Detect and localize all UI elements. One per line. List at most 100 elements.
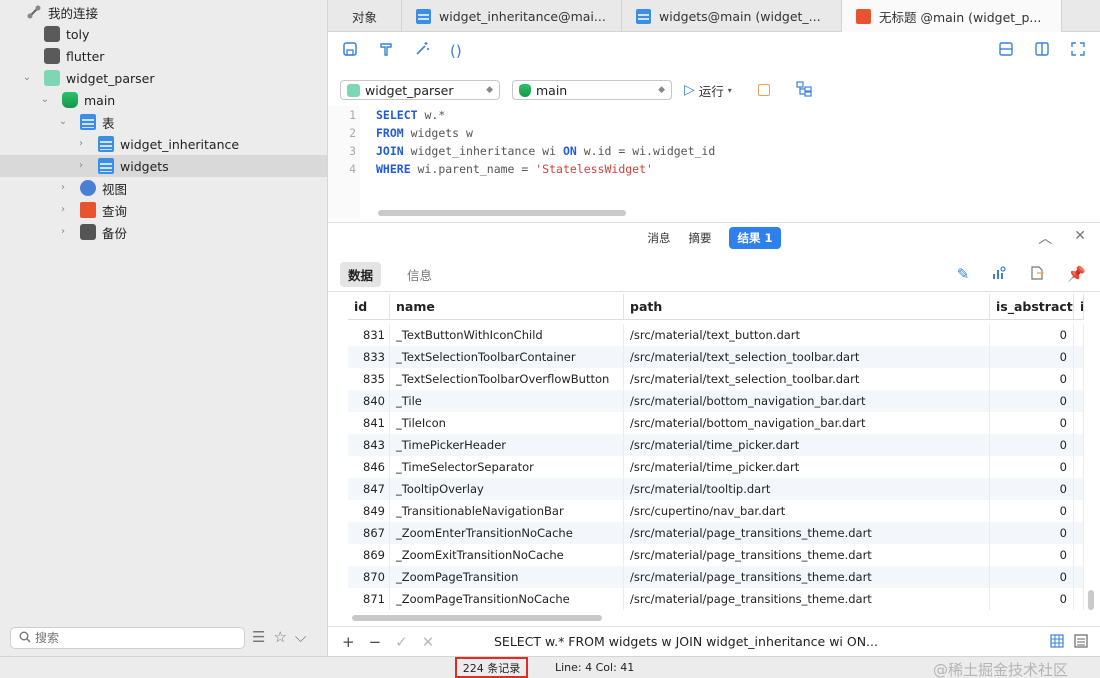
cell-more[interactable] [1074,434,1084,456]
cell-id[interactable]: 870 [348,566,390,588]
table-row[interactable]: 846 _TimeSelectorSeparator/src/material/t… [348,456,1084,478]
tab-summary[interactable]: 摘要 [688,230,711,246]
cell-path[interactable]: /src/material/time_picker.dart [624,434,990,456]
delete-row-icon[interactable]: − [369,633,382,651]
tree-root[interactable]: 我的连接 [0,1,327,23]
tab-objects[interactable]: 对象 [328,0,402,32]
column-header-path[interactable]: path [624,294,990,319]
queries-group[interactable]: › 查询 [0,199,327,221]
run-button[interactable]: ▷ 运行 ▾ [684,81,732,100]
table-widget-inheritance[interactable]: › widget_inheritance [0,133,327,155]
column-header-more[interactable]: i [1074,294,1084,319]
cell-name[interactable]: _TextButtonWithIconChild [390,324,624,346]
cell-more[interactable] [1074,522,1084,544]
form-view-icon[interactable] [1074,634,1088,652]
database-main[interactable]: ⌄ main [0,89,327,111]
cell-is-abstract[interactable]: 0 [990,478,1074,500]
cell-id[interactable]: 871 [348,588,390,610]
grid-horizontal-scrollbar[interactable] [352,615,602,621]
chevron-right-icon[interactable]: › [58,205,68,215]
split-vertical-icon[interactable] [1034,41,1050,61]
cell-id[interactable]: 835 [348,368,390,390]
edit-icon[interactable]: ✎ [957,265,970,285]
chevron-right-icon[interactable]: › [58,183,68,193]
export-icon[interactable] [1029,265,1045,285]
cell-path[interactable]: /src/material/tooltip.dart [624,478,990,500]
connection-select[interactable]: widget_parser ◆ [340,80,500,100]
cell-path[interactable]: /src/material/text_selection_toolbar.dar… [624,346,990,368]
magic-wand-icon[interactable] [414,41,430,61]
cell-path[interactable]: /src/material/bottom_navigation_bar.dart [624,412,990,434]
cell-id[interactable]: 846 [348,456,390,478]
table-row[interactable]: 833 _TextSelectionToolbarContainer/src/ma… [348,346,1084,368]
cell-id[interactable]: 840 [348,390,390,412]
collapse-icon[interactable]: ⌵ [295,628,306,646]
connection-flutter[interactable]: flutter [0,45,327,67]
column-header-name[interactable]: name [390,294,624,319]
backups-group[interactable]: › 备份 [0,221,327,243]
cell-path[interactable]: /src/material/page_transitions_theme.dar… [624,566,990,588]
cell-more[interactable] [1074,566,1084,588]
cell-more[interactable] [1074,390,1084,412]
cell-is-abstract[interactable]: 0 [990,346,1074,368]
table-row[interactable]: 835 _TextSelectionToolbarOverflowButton/s… [348,368,1084,390]
tab-untitled-query[interactable]: 无标题 @main (widget_p... [842,0,1062,32]
star-icon[interactable]: ☆ [273,628,286,646]
filter-icon[interactable]: ☰ [252,628,265,646]
chevron-down-icon[interactable]: ⌄ [40,95,50,105]
connection-widget-parser[interactable]: ⌄ widget_parser [0,67,327,89]
chevron-down-icon[interactable]: ⌄ [22,73,32,83]
chevron-up-icon[interactable]: ︿ [1038,228,1052,248]
cell-id[interactable]: 841 [348,412,390,434]
table-row[interactable]: 840 _Tile/src/material/bottom_navigation_… [348,390,1084,412]
table-row[interactable]: 831 _TextButtonWithIconChild/src/material… [348,324,1084,346]
cell-name[interactable]: _TimePickerHeader [390,434,624,456]
cell-id[interactable]: 843 [348,434,390,456]
cell-path[interactable]: /src/material/bottom_navigation_bar.dart [624,390,990,412]
cell-more[interactable] [1074,456,1084,478]
cell-more[interactable] [1074,346,1084,368]
cell-path[interactable]: /src/cupertino/nav_bar.dart [624,500,990,522]
table-widgets[interactable]: › widgets [0,155,327,177]
cell-name[interactable]: _TileIcon [390,412,624,434]
cell-name[interactable]: _ZoomPageTransition [390,566,624,588]
code-snippet-icon[interactable]: () [450,42,462,60]
chevron-right-icon[interactable]: › [76,139,86,149]
cell-is-abstract[interactable]: 0 [990,588,1074,610]
cell-is-abstract[interactable]: 0 [990,324,1074,346]
table-row[interactable]: 871 _ZoomPageTransitionNoCache/src/materi… [348,588,1084,610]
tables-group[interactable]: ⌄ 表 [0,111,327,133]
pin-icon[interactable]: 📌 [1067,265,1086,285]
cell-name[interactable]: _Tile [390,390,624,412]
cell-id[interactable]: 831 [348,324,390,346]
cell-is-abstract[interactable]: 0 [990,500,1074,522]
cell-id[interactable]: 833 [348,346,390,368]
cell-path[interactable]: /src/material/text_selection_toolbar.dar… [624,368,990,390]
sql-editor[interactable]: 1 2 3 4 SELECT w.* FROM widgets w JOIN w… [328,106,1088,218]
table-row[interactable]: 869 _ZoomExitTransitionNoCache/src/materi… [348,544,1084,566]
tab-widget-inheritance[interactable]: widget_inheritance@mai... [402,0,622,32]
add-row-icon[interactable]: + [342,633,355,651]
table-row[interactable]: 849 _TransitionableNavigationBar/src/cupe… [348,500,1084,522]
cell-more[interactable] [1074,412,1084,434]
table-row[interactable]: 867 _ZoomEnterTransitionNoCache/src/mater… [348,522,1084,544]
cell-is-abstract[interactable]: 0 [990,434,1074,456]
format-icon[interactable] [378,41,394,61]
cell-path[interactable]: /src/material/page_transitions_theme.dar… [624,588,990,610]
cell-more[interactable] [1074,588,1084,610]
cell-path[interactable]: /src/material/text_button.dart [624,324,990,346]
cell-path[interactable]: /src/material/time_picker.dart [624,456,990,478]
cell-name[interactable]: _TooltipOverlay [390,478,624,500]
cell-more[interactable] [1074,324,1084,346]
cell-name[interactable]: _ZoomExitTransitionNoCache [390,544,624,566]
chevron-right-icon[interactable]: › [58,227,68,237]
cell-more[interactable] [1074,368,1084,390]
tab-info[interactable]: 信息 [399,262,440,287]
chart-icon[interactable] [991,265,1007,285]
cell-name[interactable]: _TransitionableNavigationBar [390,500,624,522]
cell-is-abstract[interactable]: 0 [990,390,1074,412]
sidebar-search[interactable] [10,627,245,649]
tab-result-1[interactable]: 结果 1 [729,226,781,249]
fullscreen-icon[interactable] [1070,41,1086,61]
cell-is-abstract[interactable]: 0 [990,456,1074,478]
